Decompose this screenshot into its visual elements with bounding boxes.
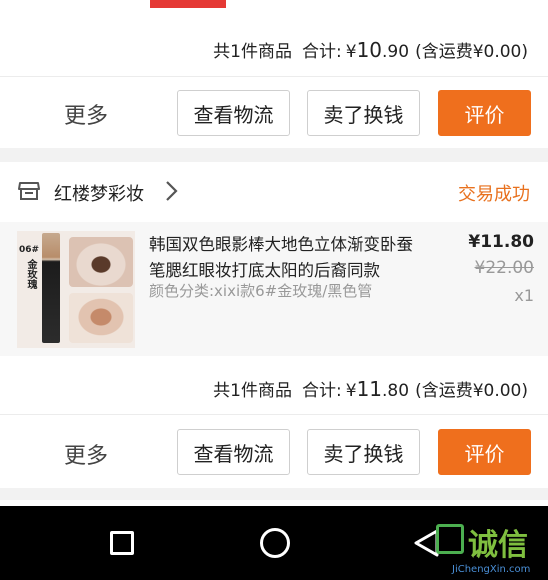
product-image[interactable]: 06# 金玫瑰	[17, 231, 135, 348]
image-label-name: 金玫瑰	[25, 259, 36, 289]
top-cut-badge	[150, 0, 226, 8]
summary-currency: ¥	[345, 42, 357, 62]
product-stick-image	[42, 233, 60, 343]
product-original-price: ¥22.00	[474, 258, 534, 278]
order-summary-bottom: 共1件商品 合计: ¥ 11 .80 (含运费¥0.00)	[213, 376, 528, 401]
order-status: 交易成功	[458, 184, 530, 205]
more-button[interactable]: 更多	[64, 98, 108, 130]
review-button[interactable]: 评价	[438, 90, 531, 136]
top-strip	[0, 0, 548, 12]
watermark-logo	[436, 524, 464, 554]
divider	[0, 414, 548, 415]
image-label-num: 06#	[19, 245, 40, 255]
order-summary-top: 共1件商品 合计: ¥ 10 .90 (含运费¥0.00)	[213, 37, 528, 62]
summary-count: 共1件商品	[213, 42, 292, 62]
more-button[interactable]: 更多	[64, 438, 108, 470]
view-logistics-button[interactable]: 查看物流	[177, 429, 290, 475]
resell-button[interactable]: 卖了换钱	[307, 90, 420, 136]
review-button[interactable]: 评价	[438, 429, 531, 475]
product-quantity: x1	[514, 286, 534, 305]
summary-currency: ¥	[345, 381, 357, 401]
chevron-right-icon[interactable]	[163, 180, 179, 202]
summary-total-label: 合计:	[302, 42, 342, 62]
shop-header[interactable]: 红楼梦彩妆 交易成功	[0, 162, 548, 220]
watermark-brand: 诚信	[468, 528, 528, 563]
square-icon[interactable]	[110, 531, 134, 555]
eye-image-top	[69, 237, 133, 287]
summary-amount-dec: .80	[382, 381, 410, 401]
summary-amount-int: 11	[356, 377, 383, 401]
divider	[0, 76, 548, 77]
view-logistics-button[interactable]: 查看物流	[177, 90, 290, 136]
summary-shipping: (含运费¥0.00)	[415, 42, 528, 62]
summary-total-label: 合计:	[302, 381, 342, 401]
summary-shipping: (含运费¥0.00)	[415, 381, 528, 401]
summary-count: 共1件商品	[213, 381, 292, 401]
summary-amount-int: 10	[356, 38, 383, 62]
resell-button[interactable]: 卖了换钱	[307, 429, 420, 475]
eye-image-bottom	[69, 293, 133, 343]
shop-icon	[18, 181, 40, 201]
product-row[interactable]: 06# 金玫瑰 韩国双色眼影棒大地色立体渐变卧蚕笔腮红眼妆打底太阳的后裔同款 颜…	[0, 222, 548, 356]
product-price: ¥11.80	[468, 232, 534, 252]
summary-amount-dec: .90	[382, 42, 410, 62]
shop-name[interactable]: 红楼梦彩妆	[54, 180, 144, 206]
system-nav-bar: 诚信 JiChengXin.com	[0, 506, 548, 580]
product-variant: 颜色分类:xixi款6#金玫瑰/黑色管	[149, 282, 373, 300]
watermark-url: JiChengXin.com	[452, 564, 531, 575]
circle-icon[interactable]	[260, 528, 290, 558]
product-title[interactable]: 韩国双色眼影棒大地色立体渐变卧蚕笔腮红眼妆打底太阳的后裔同款	[149, 232, 427, 286]
